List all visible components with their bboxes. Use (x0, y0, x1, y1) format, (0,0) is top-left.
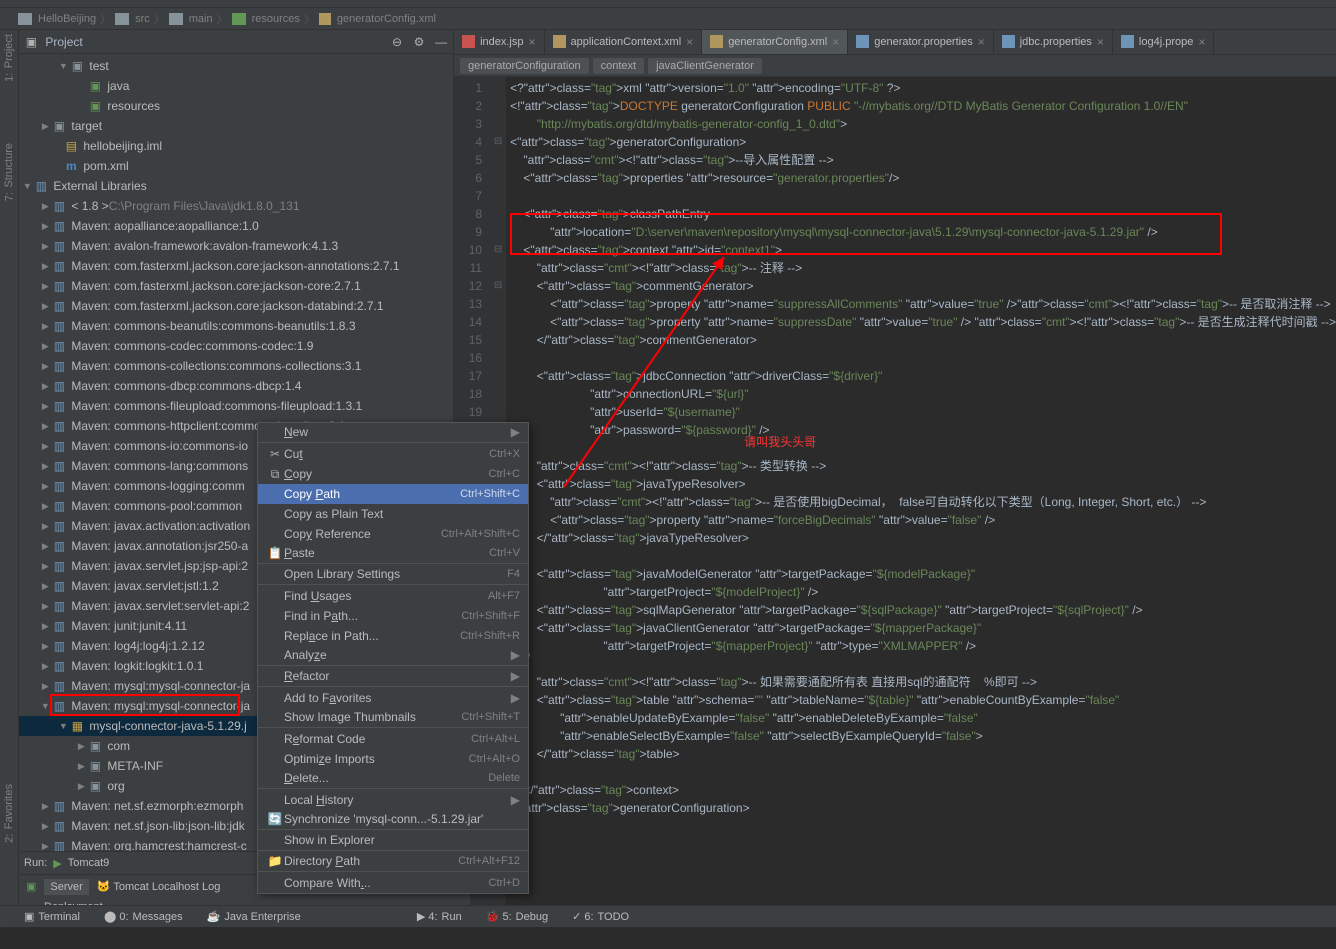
close-icon[interactable]: × (528, 35, 535, 49)
tree-row[interactable]: ▶▥< 1.8 > C:\Program Files\Java\jdk1.8.0… (19, 196, 453, 216)
todo-tool-button[interactable]: ✓ 6: TODO (566, 908, 635, 925)
tree-row[interactable]: ▣java (19, 76, 453, 96)
project-tool-button[interactable]: 1:Project (3, 34, 15, 83)
close-icon[interactable]: × (686, 35, 693, 49)
menu-item-reformat[interactable]: Reformat CodeCtrl+Alt+L (258, 729, 528, 749)
collapse-icon[interactable]: ⊖ (389, 34, 405, 50)
menu-item-findUsages[interactable]: Find UsagesAlt+F7 (258, 586, 528, 606)
tree-row[interactable]: ▶▥Maven: commons-beanutils:commons-beanu… (19, 316, 453, 336)
tree-row[interactable]: ▣resources (19, 96, 453, 116)
menu-item-showExp[interactable]: Show in Explorer (258, 831, 528, 851)
code-editor[interactable]: 1234567891011121314151617181920212223242… (454, 77, 1336, 927)
tomcat-log-tab[interactable]: 🐱 Tomcat Localhost Log (97, 880, 221, 893)
gear-icon[interactable]: ⚙ (411, 34, 427, 50)
play-icon[interactable]: ▣ (26, 880, 36, 893)
menu-item-replaceInPath[interactable]: Replace in Path...Ctrl+Shift+R (258, 626, 528, 646)
editor-breadcrumbs[interactable]: generatorConfiguration context javaClien… (454, 55, 1336, 77)
menu-item-sync[interactable]: 🔄Synchronize 'mysql-conn...-5.1.29.jar' (258, 810, 528, 830)
menu-item-refactor[interactable]: Refactor▶ (258, 667, 528, 687)
menu-item-addFav[interactable]: Add to Favorites▶ (258, 688, 528, 708)
run-tool-button[interactable]: ▶ 4: Run (411, 908, 468, 925)
editor-tab[interactable]: generator.properties× (848, 30, 993, 54)
terminal-tool-button[interactable]: ▣ Terminal (18, 908, 86, 925)
javaee-tool-button[interactable]: ☕ Java Enterprise (201, 908, 307, 925)
hide-icon[interactable]: — (433, 34, 449, 50)
tree-row[interactable]: ▶▥Maven: avalon-framework:avalon-framewo… (19, 236, 453, 256)
editor-tab[interactable]: index.jsp× (454, 30, 544, 54)
menu-item-copyPlain[interactable]: Copy as Plain Text (258, 504, 528, 524)
close-icon[interactable]: × (1097, 35, 1104, 49)
file-icon (1002, 35, 1015, 48)
folder-icon (18, 13, 32, 25)
context-menu: New▶✂CutCtrl+X⧉CopyCtrl+CCopy PathCtrl+S… (257, 422, 529, 894)
menu-item-new[interactable]: New▶ (258, 423, 528, 443)
tree-row[interactable]: ▤hellobeijing.iml (19, 136, 453, 156)
editor-tab[interactable]: generatorConfig.xml× (702, 30, 848, 54)
tree-row[interactable]: ▶▣target (19, 116, 453, 136)
file-icon (1121, 35, 1134, 48)
editor-tab[interactable]: applicationContext.xml× (545, 30, 703, 54)
project-icon: ▣ (23, 34, 39, 50)
menu-item-findInPath[interactable]: Find in Path...Ctrl+Shift+F (258, 606, 528, 626)
server-tab[interactable]: Server (44, 879, 88, 895)
editor-tabs: index.jsp×applicationContext.xml×generat… (454, 30, 1336, 55)
structure-tool-button[interactable]: 7:Structure (3, 143, 15, 203)
file-icon (462, 35, 475, 48)
messages-tool-button[interactable]: ⬤ 0: Messages (98, 908, 189, 925)
tree-row[interactable]: ▶▥Maven: aopalliance:aopalliance:1.0 (19, 216, 453, 236)
close-icon[interactable]: × (1198, 35, 1205, 49)
editor-area: index.jsp×applicationContext.xml×generat… (454, 30, 1336, 927)
project-label: Project (45, 35, 82, 49)
menu-item-localHist[interactable]: Local History▶ (258, 790, 528, 810)
file-icon (553, 35, 566, 48)
menu-item-openLib[interactable]: Open Library SettingsF4 (258, 565, 528, 585)
tree-row[interactable]: ▶▥Maven: commons-fileupload:commons-file… (19, 396, 453, 416)
editor-tab[interactable]: log4j.prope× (1113, 30, 1214, 54)
tree-row[interactable]: ▼▥External Libraries (19, 176, 453, 196)
file-icon (856, 35, 869, 48)
menu-item-delete[interactable]: Delete...Delete (258, 769, 528, 789)
tree-row[interactable]: ▶▥Maven: commons-codec:commons-codec:1.9 (19, 336, 453, 356)
menu-item-copy[interactable]: ⧉CopyCtrl+C (258, 464, 528, 484)
menu-item-copyPath[interactable]: Copy PathCtrl+Shift+C (258, 484, 528, 504)
menu-item-cut[interactable]: ✂CutCtrl+X (258, 444, 528, 464)
debug-tool-button[interactable]: 🐞 5: Debug (480, 908, 554, 925)
menu-item-optimize[interactable]: Optimize ImportsCtrl+Alt+O (258, 749, 528, 769)
tree-row[interactable]: ▶▥Maven: commons-collections:commons-col… (19, 356, 453, 376)
tree-row[interactable]: ▶▥Maven: com.fasterxml.jackson.core:jack… (19, 296, 453, 316)
file-icon (710, 35, 723, 48)
close-icon[interactable]: × (832, 35, 839, 49)
tree-row[interactable]: ▶▥Maven: com.fasterxml.jackson.core:jack… (19, 276, 453, 296)
tree-row[interactable]: ▼▣test (19, 56, 453, 76)
menu-item-showThumb[interactable]: Show Image ThumbnailsCtrl+Shift+T (258, 708, 528, 728)
close-icon[interactable]: × (978, 35, 985, 49)
bottom-tool-rail: ▣ Terminal ⬤ 0: Messages ☕ Java Enterpri… (0, 905, 1336, 927)
tree-row[interactable]: ▶▥Maven: com.fasterxml.jackson.core:jack… (19, 256, 453, 276)
breadcrumb: HelloBeijing〉 src〉 main〉 resources〉 gene… (0, 8, 1336, 30)
menu-item-paste[interactable]: 📋PasteCtrl+V (258, 544, 528, 564)
menu-item-copyRef[interactable]: Copy ReferenceCtrl+Alt+Shift+C (258, 524, 528, 544)
menu-item-compare[interactable]: Compare With...Ctrl+D (258, 873, 528, 893)
menu-item-dirPath[interactable]: 📁Directory PathCtrl+Alt+F12 (258, 852, 528, 872)
left-tool-rail: 1:Project 7:Structure 2:Favorites Web (0, 30, 19, 927)
menu-item-analyze[interactable]: Analyze▶ (258, 646, 528, 666)
editor-tab[interactable]: jdbc.properties× (994, 30, 1113, 54)
favorites-tool-button[interactable]: 2:Favorites (3, 784, 15, 844)
tree-row[interactable]: mpom.xml (19, 156, 453, 176)
tree-row[interactable]: ▶▥Maven: commons-dbcp:commons-dbcp:1.4 (19, 376, 453, 396)
